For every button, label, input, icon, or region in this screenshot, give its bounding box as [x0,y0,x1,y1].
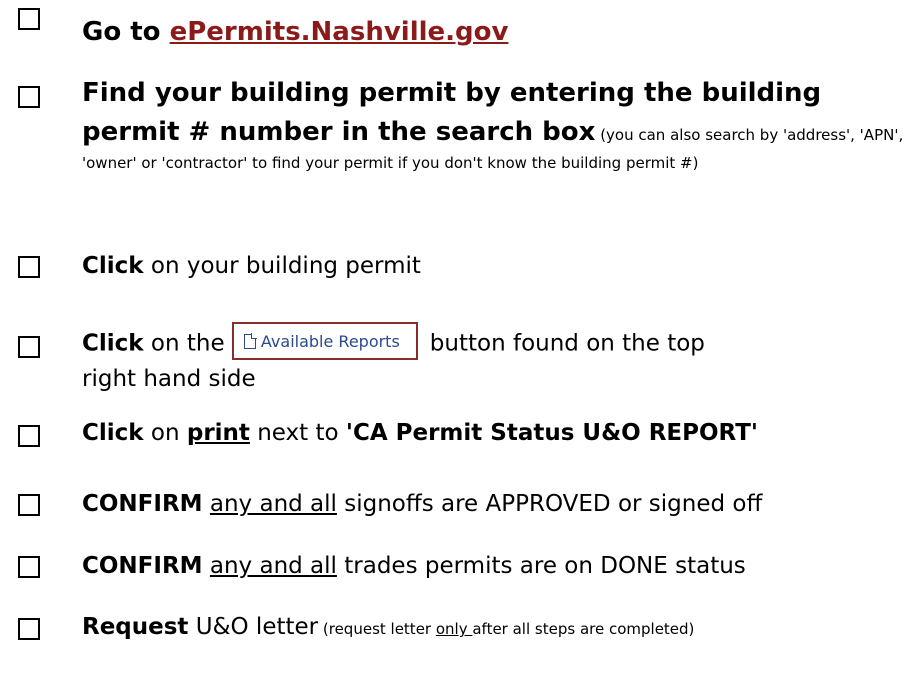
item-bold: CONFIRM [82,491,203,517]
item-text: Request U&O letter (request letter only … [82,611,882,644]
available-reports-label: Available Reports [260,332,400,351]
item-underline: any and all [209,553,337,579]
checkbox[interactable] [18,8,40,30]
item-text: CONFIRM any and all trades permits are o… [82,550,912,583]
checkbox[interactable] [18,494,40,516]
checkbox[interactable] [18,425,40,447]
item-rest: U&O letter [188,614,319,640]
checkbox[interactable] [18,336,40,358]
checkbox[interactable] [18,556,40,578]
checkbox[interactable] [18,618,40,640]
item-text: Go to ePermits.Nashville.gov [82,12,912,52]
epermits-link[interactable]: ePermits.Nashville.gov [170,17,509,47]
item-bold: Click [82,420,144,446]
item-rest: on your building permit [143,253,421,279]
item-text: Click on print next to 'CA Permit Status… [82,417,912,450]
item-bold: CONFIRM [82,553,203,579]
item-lead: Go to [82,17,170,47]
item-note-post: after all steps are completed) [472,620,695,638]
checkbox[interactable] [18,256,40,278]
item-note-pre: (request letter [318,620,436,638]
item-rest: signoffs are APPROVED or signed off [336,491,763,517]
item-text: Click on the Available Reports button fou… [82,322,722,396]
document-icon [243,333,257,349]
item-bold: Click [82,253,144,279]
available-reports-button[interactable]: Available Reports [231,322,418,360]
item-text: Click on your building permit [82,250,912,283]
item-line-1: Find your building permit by entering th… [82,78,822,108]
report-name: 'CA Permit Status U&O REPORT' [345,420,758,446]
item-mid-2: next to [249,420,346,446]
item-bold: Request [82,614,189,640]
print-link[interactable]: print [187,420,250,446]
item-text: CONFIRM any and all signoffs are APPROVE… [82,488,912,521]
item-rest: trades permits are on DONE status [336,553,746,579]
item-mid: on the [143,330,232,357]
checkbox[interactable] [18,86,40,108]
item-line-2: permit # number in the search box [82,117,596,147]
item-text: Find your building permit by entering th… [82,73,912,175]
item-bold: Click [82,330,144,357]
item-note-underline: only [435,620,473,638]
item-mid: on [143,420,187,446]
item-underline: any and all [209,491,337,517]
